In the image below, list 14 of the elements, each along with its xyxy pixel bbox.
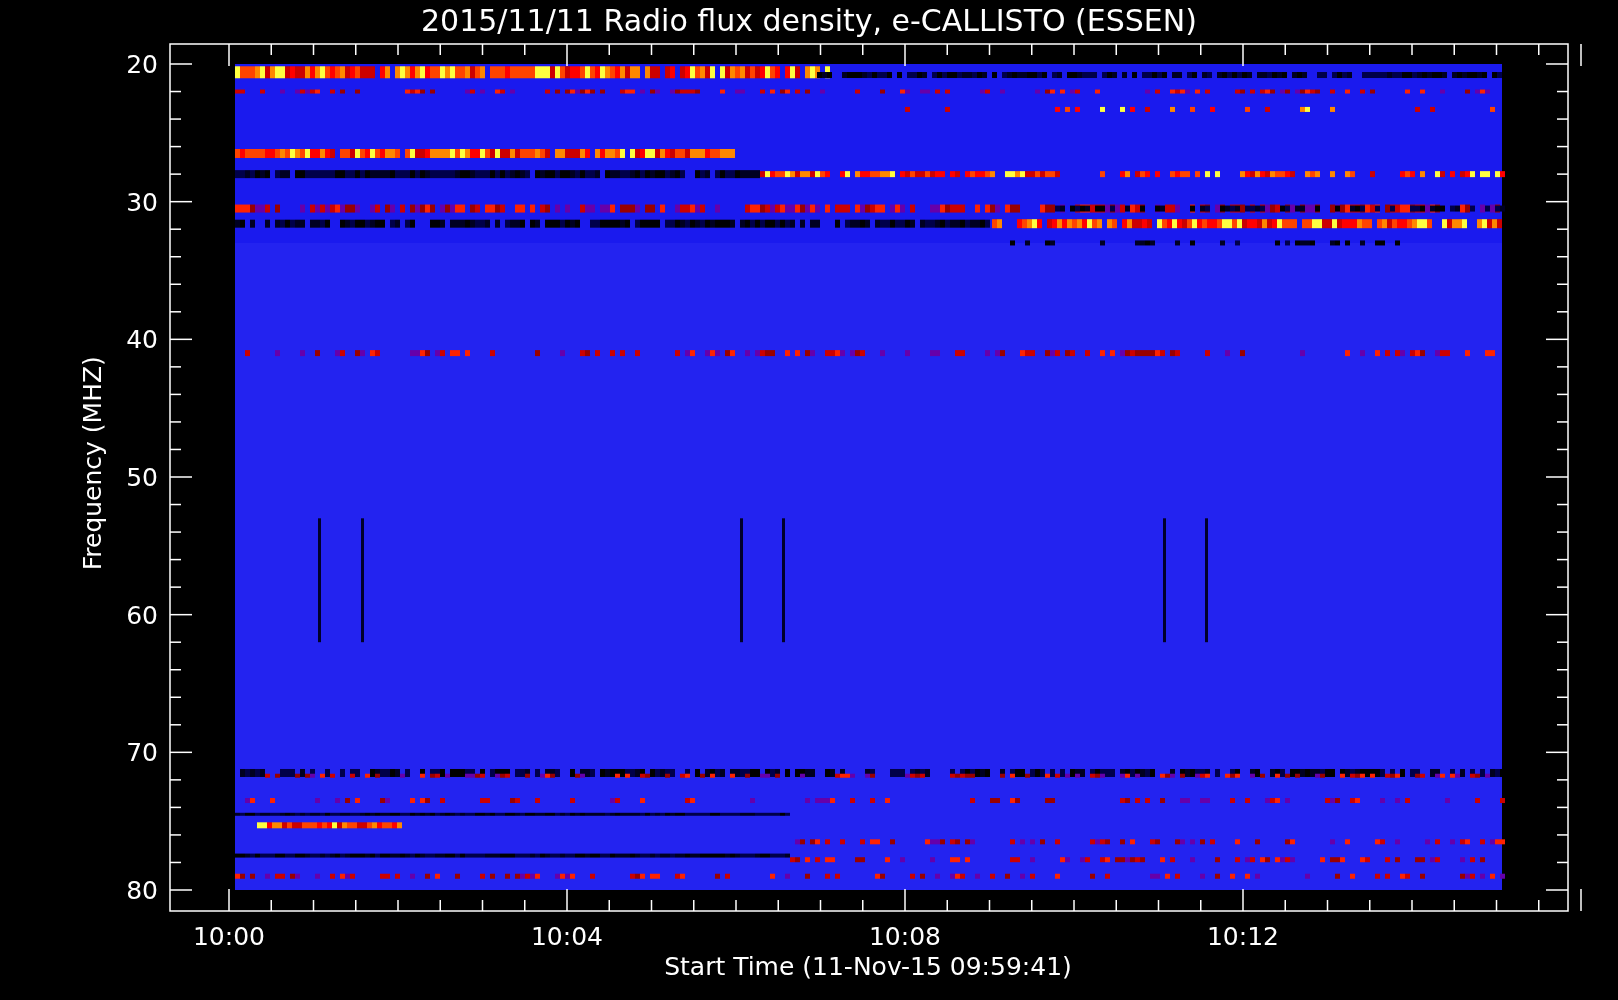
y-axis-label: Frequency (MHZ) xyxy=(78,356,107,571)
y-tick-label: 20 xyxy=(126,50,158,79)
y-tick-label: 30 xyxy=(126,187,158,217)
x-tick-label: 10:00 xyxy=(193,922,265,951)
x-axis-label: Start Time (11-Nov-15 09:59:41) xyxy=(664,952,1072,981)
y-tick-label: 60 xyxy=(126,600,158,630)
x-tick-label: 10:08 xyxy=(869,922,941,951)
y-tick-label: 80 xyxy=(126,876,158,905)
y-tick-label: 40 xyxy=(126,325,158,355)
y-tick-label: 70 xyxy=(126,738,158,768)
x-tick-label: 10:04 xyxy=(531,922,603,951)
chart-title: 2015/11/11 Radio flux density, e-CALLISTO (ESSEN) xyxy=(421,3,1197,38)
x-tick-label: 10:12 xyxy=(1207,922,1279,951)
y-tick-label: 50 xyxy=(126,463,158,492)
